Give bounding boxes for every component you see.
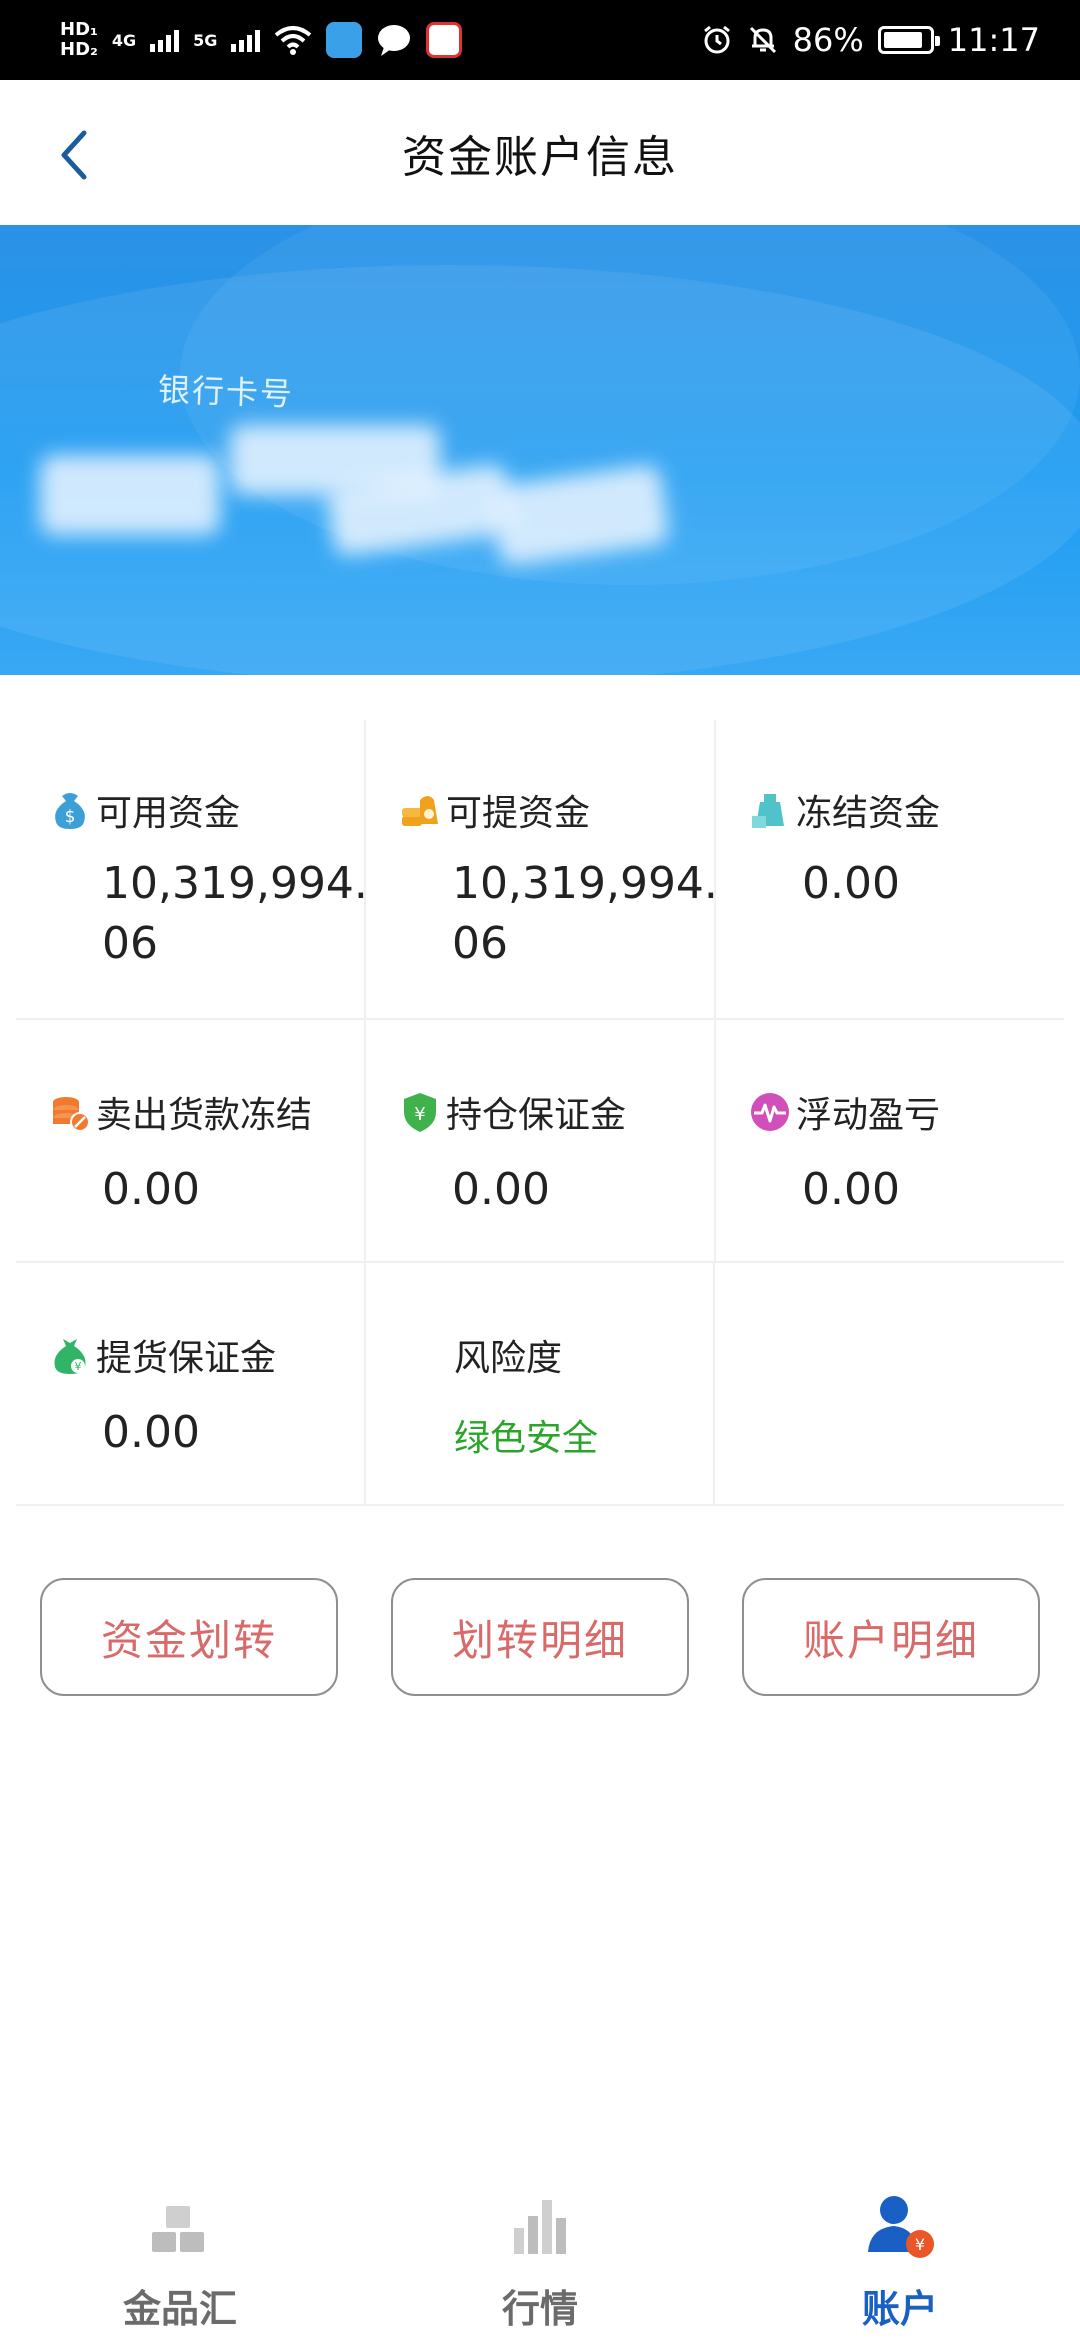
action-buttons: 资金划转 划转明细 账户明细 (40, 1578, 1040, 1696)
shield-yen-icon: ¥ (404, 1093, 436, 1132)
sale-frozen-label: 卖出货款冻结 (96, 1095, 313, 1136)
risk-label: 风险度 (454, 1338, 563, 1379)
page-header: 资金账户信息 (0, 80, 1080, 225)
battery-percent: 86% (792, 21, 864, 59)
funds-row: 卖出货款冻结 0.00 ¥ 持仓保证金 0.00 浮动盈亏 0.00 (16, 1020, 1064, 1263)
available-funds-cell: $ 可用资金 10,319,994.06 (16, 720, 368, 1018)
floating-pl-label: 浮动盈亏 (796, 1095, 941, 1136)
network-4g-label: 4G (111, 30, 137, 50)
position-margin-value: 0.00 (452, 1164, 550, 1215)
message-icon (378, 25, 411, 56)
available-funds-label: 可用资金 (96, 793, 241, 834)
bank-card-label: 银行卡号 (157, 370, 295, 414)
frozen-funds-label: 冻结资金 (796, 793, 941, 834)
funds-grid: $ 可用资金 10,319,994.06 可提资金 10,319,994.06 … (16, 720, 1064, 1506)
battery-icon (877, 26, 940, 54)
pulse-icon (751, 1093, 789, 1131)
tab-market[interactable]: 行情 (360, 2170, 720, 2340)
alarm-icon (703, 25, 730, 54)
money-bag-icon: $ (55, 793, 85, 829)
back-button[interactable] (48, 125, 98, 185)
news-app-icon (426, 22, 463, 58)
tab-label: 金品汇 (122, 2287, 237, 2331)
signal-5g-icon (231, 28, 261, 52)
tab-label: 行情 (501, 2287, 578, 2331)
sale-frozen-value: 0.00 (102, 1164, 200, 1215)
user-yen-icon: ¥ (868, 2196, 934, 2258)
empty-cell (715, 1263, 1064, 1504)
status-left: HD₁ HD₂ 4G 5G (60, 20, 463, 60)
bottom-tab-bar: 金品汇 行情 ¥ 账户 (0, 2170, 1080, 2340)
page-title: 资金账户信息 (402, 131, 678, 183)
signal-4g-icon (150, 28, 180, 52)
available-funds-value: 10,319,994.06 (102, 858, 368, 969)
withdrawable-funds-cell: 可提资金 10,319,994.06 (366, 720, 718, 1018)
account-details-button[interactable]: 账户明细 (742, 1578, 1040, 1696)
app-root: HD₁ HD₂ 4G 5G 86% 11:17 资金账户信息 银行卡号 $ 可用… (0, 0, 1080, 2340)
hd-indicators: HD₁ HD₂ (60, 20, 98, 60)
position-margin-label: 持仓保证金 (446, 1095, 627, 1136)
svg-text:¥: ¥ (414, 1104, 425, 1125)
withdrawable-funds-label: 可提资金 (446, 793, 591, 834)
withdrawable-funds-value: 10,319,994.06 (452, 858, 718, 969)
sale-frozen-cell: 卖出货款冻结 0.00 (16, 1020, 366, 1261)
risk-value: 绿色安全 (454, 1418, 599, 1459)
tab-account[interactable]: ¥ 账户 (720, 2170, 1080, 2340)
hd1-indicator: HD₁ (60, 19, 98, 40)
bank-card-banner: 银行卡号 (0, 225, 1080, 675)
app-notification-icon (326, 22, 363, 58)
svg-text:¥: ¥ (75, 1360, 82, 1373)
delivery-bag-icon: ¥ (54, 1339, 86, 1374)
frozen-funds-value: 0.00 (802, 858, 900, 909)
status-bar: HD₁ HD₂ 4G 5G 86% 11:17 (0, 0, 1080, 80)
position-margin-cell: ¥ 持仓保证金 0.00 (366, 1020, 716, 1261)
delivery-margin-cell: ¥ 提货保证金 0.00 (16, 1263, 366, 1504)
floating-pl-cell: 浮动盈亏 0.00 (716, 1020, 1066, 1261)
funds-row: ¥ 提货保证金 0.00 风险度 绿色安全 (16, 1263, 1064, 1506)
svg-text:¥: ¥ (915, 2235, 925, 2254)
bar-chart-icon (514, 2200, 566, 2254)
gold-bars-icon (152, 2206, 204, 2252)
chevron-left-icon (61, 130, 87, 180)
frozen-funds-cell: 冻结资金 0.00 (716, 720, 1066, 1018)
transfer-details-button[interactable]: 划转明细 (391, 1578, 689, 1696)
hd2-indicator: HD₂ (60, 39, 98, 60)
network-5g-label: 5G (193, 30, 218, 50)
delivery-margin-label: 提货保证金 (96, 1338, 277, 1379)
coin-stack-icon (53, 1097, 90, 1132)
tab-jinpinhui[interactable]: 金品汇 (0, 2170, 360, 2340)
masked-card-number (40, 455, 220, 535)
frozen-money-icon (752, 794, 784, 828)
tab-label: 账户 (861, 2287, 938, 2331)
delivery-margin-value: 0.00 (102, 1407, 200, 1458)
fund-transfer-button[interactable]: 资金划转 (40, 1578, 338, 1696)
svg-text:$: $ (65, 807, 76, 827)
mute-bell-icon (749, 26, 776, 54)
funds-row: $ 可用资金 10,319,994.06 可提资金 10,319,994.06 … (16, 720, 1064, 1020)
clock-time: 11:17 (947, 21, 1040, 59)
gold-coins-icon (402, 796, 438, 826)
status-right: 86% 11:17 (701, 21, 1040, 59)
risk-cell: 风险度 绿色安全 (366, 1263, 715, 1504)
floating-pl-value: 0.00 (802, 1164, 900, 1215)
wifi-icon (275, 26, 312, 55)
